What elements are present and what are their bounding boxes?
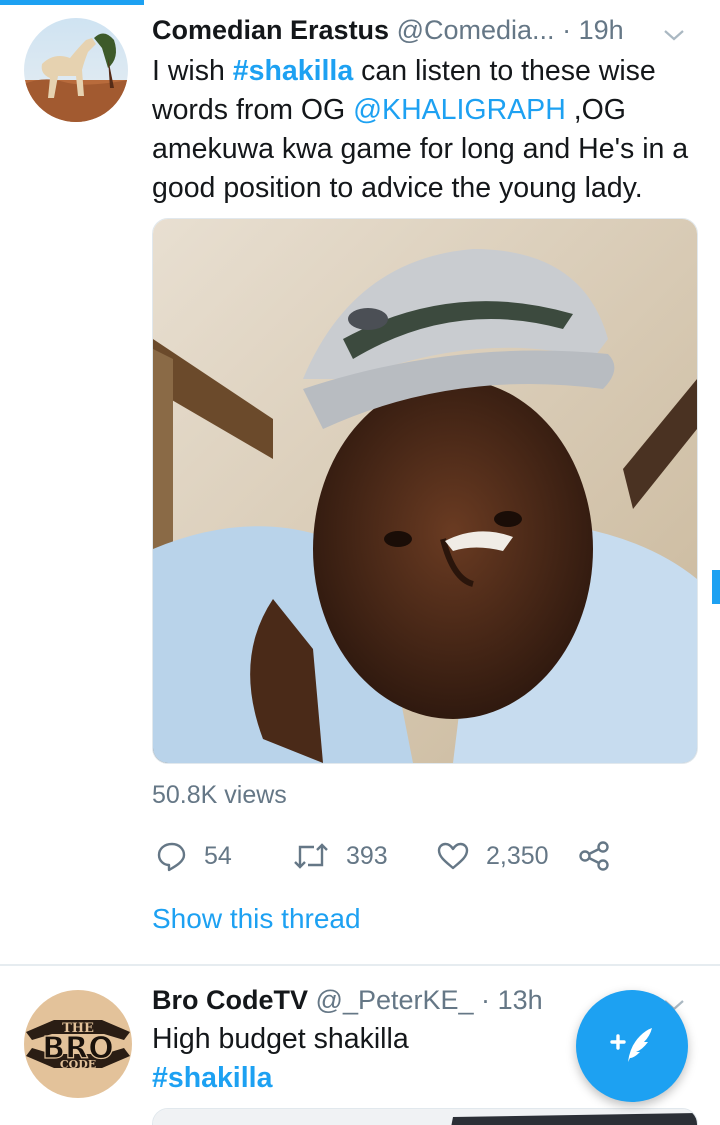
separator-dot: · <box>481 985 491 1015</box>
compose-tweet-icon <box>606 1018 658 1075</box>
avatar-text-bottom: CODE <box>60 1058 96 1071</box>
timestamp[interactable]: 19h <box>579 15 624 45</box>
like-count: 2,350 <box>486 841 549 870</box>
retweet-count: 393 <box>346 841 388 870</box>
share-icon <box>578 840 610 872</box>
reply-count: 54 <box>204 841 232 870</box>
avatar[interactable] <box>24 18 128 122</box>
compose-tweet-button[interactable] <box>576 990 688 1102</box>
tweet-card[interactable]: Comedian Erastus @Comedia... · 19h I wis… <box>0 0 720 966</box>
scrollbar-thumb[interactable] <box>712 570 720 604</box>
video-thumbnail[interactable] <box>152 218 698 764</box>
avatar[interactable]: THE BRO CODE <box>24 990 132 1098</box>
view-count: 50.8K views <box>152 781 287 809</box>
tweet-header: Comedian Erastus @Comedia... · 19h <box>152 12 696 48</box>
author-name[interactable]: Bro CodeTV <box>152 985 308 1015</box>
separator-dot: · <box>562 15 572 45</box>
retweet-icon <box>292 841 330 871</box>
tweet-text: I wish #shakilla can listen to these wis… <box>152 52 696 208</box>
mention-link[interactable]: @KHALIGRAPH <box>353 94 566 126</box>
heart-icon <box>436 841 470 871</box>
chevron-down-icon[interactable] <box>662 18 686 41</box>
text-part: I wish <box>152 55 233 87</box>
like-button[interactable]: 2,350 <box>436 834 549 878</box>
tweet-actions: 54 393 2,350 <box>152 834 672 878</box>
retweet-button[interactable]: 393 <box>292 834 388 878</box>
author-handle[interactable]: @_PeterKE_ <box>316 985 474 1015</box>
share-button[interactable] <box>578 834 610 878</box>
hashtag-link[interactable]: #shakilla <box>233 55 353 87</box>
author-name[interactable]: Comedian Erastus <box>152 15 389 45</box>
reply-icon <box>156 840 188 872</box>
timestamp[interactable]: 13h <box>498 985 543 1015</box>
author-handle[interactable]: @Comedia... <box>397 15 555 45</box>
media-preview[interactable] <box>152 1108 698 1125</box>
reply-button[interactable]: 54 <box>156 834 232 878</box>
show-thread-link[interactable]: Show this thread <box>152 903 361 935</box>
